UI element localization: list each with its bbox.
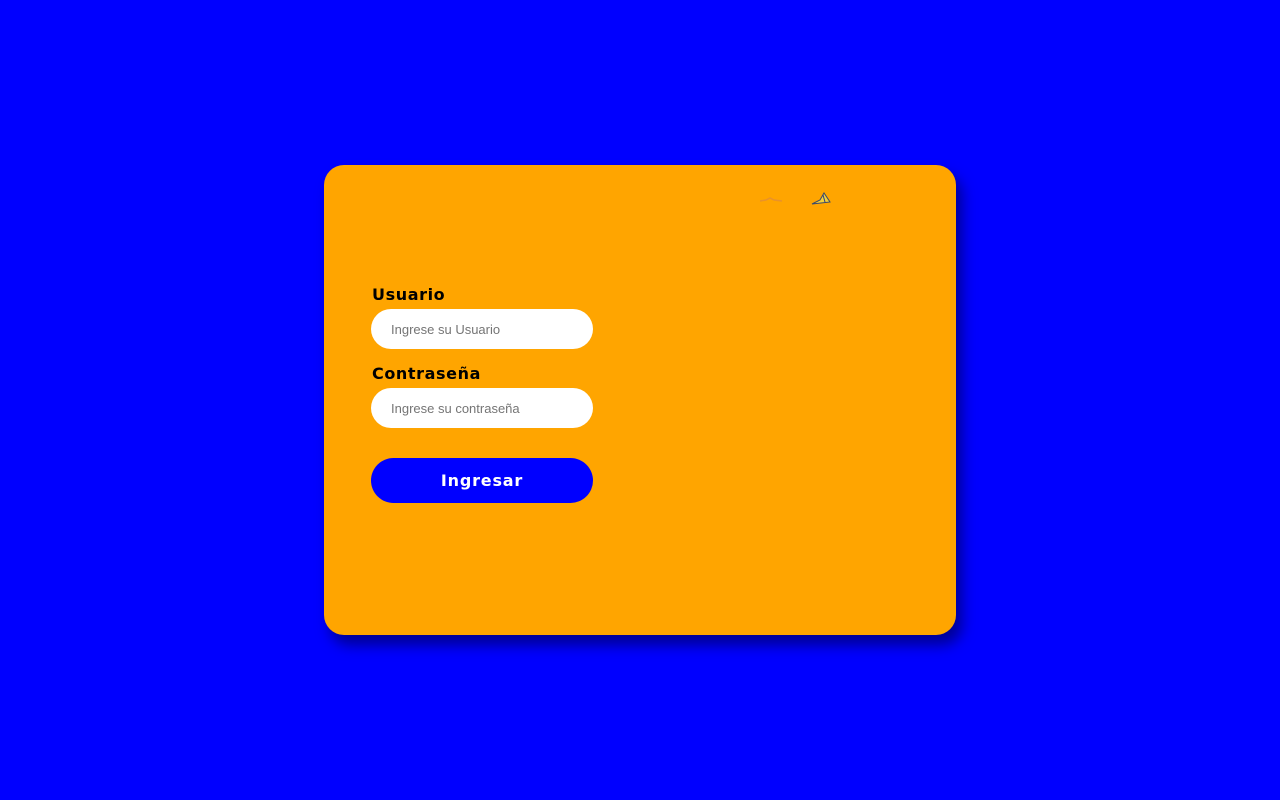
password-label: Contraseña <box>372 364 482 383</box>
broken-image-icon <box>759 192 831 205</box>
login-button[interactable]: Ingresar <box>371 458 593 503</box>
login-card: Usuario Contraseña Ingresar <box>324 165 956 635</box>
username-label: Usuario <box>372 285 446 304</box>
username-input[interactable] <box>371 309 593 349</box>
logo-image <box>759 189 832 209</box>
login-form: Usuario Contraseña Ingresar <box>371 286 593 503</box>
password-input[interactable] <box>371 388 593 428</box>
